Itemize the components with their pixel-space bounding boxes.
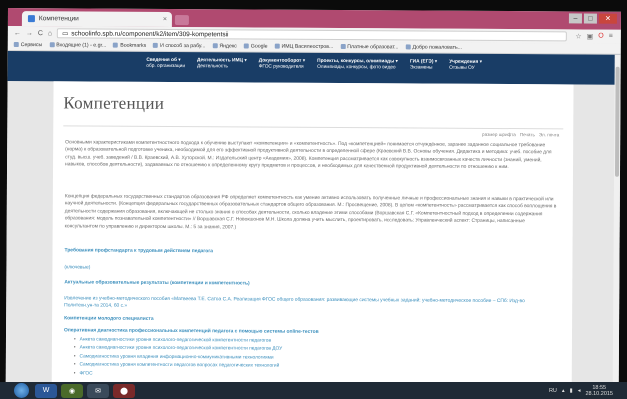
bookmark-star-icon[interactable]: ☆ bbox=[575, 32, 581, 40]
bookmark-item[interactable]: Яндекс bbox=[212, 43, 236, 49]
link-results[interactable]: Актуальные образовательные результаты (к… bbox=[64, 280, 249, 286]
page-scrollbar[interactable] bbox=[612, 54, 621, 386]
nav-item-documents[interactable]: Документооборот ▾ ФГОС руководителя bbox=[258, 58, 305, 83]
nav-item-projects[interactable]: Проекты, конкурсы, олимпиады ▾ Олимпиады,… bbox=[317, 59, 398, 83]
link-young-specialist[interactable]: Компетенции молодого специалиста bbox=[64, 316, 153, 322]
nav-label: Проекты, конкурсы, олимпиады bbox=[317, 58, 395, 65]
taskbar-chrome-icon[interactable]: ◉ bbox=[61, 383, 83, 398]
taskbar-clock[interactable]: 18:55 28.10.2015 bbox=[585, 385, 613, 397]
bookmark-item[interactable]: Google bbox=[244, 43, 268, 49]
nav-label: Учреждения bbox=[449, 59, 479, 65]
bookmark-item[interactable]: Сервисы bbox=[14, 42, 43, 48]
language-indicator[interactable]: RU bbox=[549, 388, 557, 394]
forward-button[interactable]: → bbox=[26, 30, 33, 37]
link-key[interactable]: (ключевые) bbox=[64, 265, 90, 270]
nav-sublabel: обр. организации bbox=[146, 63, 186, 70]
bookmark-item[interactable]: Входящие (1) - e.gr... bbox=[49, 42, 106, 48]
nav-item-exams[interactable]: ГИА (ЕГЭ) ▾ Экзамены bbox=[410, 59, 437, 83]
menu-icon[interactable]: ≡ bbox=[609, 33, 613, 41]
nav-sublabel: Отзывы ОУ bbox=[449, 65, 475, 71]
link-profstandard[interactable]: Требования профстандарта к трудовым дейс… bbox=[65, 248, 214, 254]
tab-title: Компетенции bbox=[38, 15, 79, 23]
tray-arrow-icon[interactable]: ▴ bbox=[562, 388, 565, 394]
email-link[interactable]: Эл. почта bbox=[539, 132, 559, 137]
site-favicon-icon bbox=[27, 15, 35, 23]
system-tray: RU ▴ ▮ ◂ 18:55 28.10.2015 bbox=[549, 385, 613, 397]
nav-label: Деятельность ИМЦ bbox=[197, 58, 244, 64]
nav-item-activity[interactable]: Деятельность ИМЦ ▾ Деятельность bbox=[197, 58, 247, 82]
back-button[interactable]: ← bbox=[14, 30, 21, 37]
address-bar[interactable]: ▭ schoolinfo.spb.ru/component/k2/item/30… bbox=[57, 28, 567, 42]
nav-label: Документооборот bbox=[258, 58, 302, 64]
article-tools: размер шрифта Печать Эл. почта bbox=[482, 132, 559, 137]
bookmark-item[interactable]: Добро пожаловать... bbox=[405, 44, 462, 50]
page-icon: ▭ bbox=[62, 30, 69, 38]
taskbar-opera-icon[interactable]: ⬤ bbox=[113, 383, 135, 398]
windows-taskbar: W ◉ ✉ ⬤ RU ▴ ▮ ◂ 18:55 28.10.2015 bbox=[0, 382, 627, 399]
bookmark-item[interactable]: Платные образоват... bbox=[340, 44, 398, 50]
extension-icon[interactable]: ▣ bbox=[587, 33, 594, 41]
reload-button[interactable]: C bbox=[38, 30, 43, 37]
close-window-button[interactable]: ✕ bbox=[598, 13, 617, 24]
maximize-button[interactable]: □ bbox=[583, 13, 597, 24]
diagnostics-list: Анкета самодиагностики уровня психолого-… bbox=[74, 336, 283, 379]
font-size-tool[interactable]: размер шрифта bbox=[482, 132, 516, 137]
site-navigation: Сведения об ▾ обр. организации Деятельнос… bbox=[7, 50, 621, 85]
article-content: Компетенции размер шрифта Печать Эл. поч… bbox=[51, 81, 574, 386]
nav-label: ГИА (ЕГЭ) bbox=[409, 59, 434, 65]
bookmark-item[interactable]: И способ за рабу... bbox=[153, 43, 205, 49]
toolbar-icons: ☆ ▣ O ≡ bbox=[575, 32, 621, 41]
nav-item-institutions[interactable]: Учреждения ▾ Отзывы ОУ bbox=[449, 60, 482, 84]
start-button[interactable] bbox=[14, 383, 29, 398]
tab-close-icon[interactable]: × bbox=[163, 16, 167, 23]
nav-sublabel: Олимпиады, конкурсы, фото видео bbox=[317, 64, 396, 71]
browser-tab[interactable]: Компетенции × bbox=[21, 11, 172, 28]
print-link[interactable]: Печать bbox=[520, 132, 535, 137]
list-item[interactable]: ФГОС bbox=[74, 370, 282, 380]
page-title: Компетенции bbox=[63, 93, 165, 113]
list-item[interactable]: Самодиагностика уровня компетентности пе… bbox=[74, 362, 282, 372]
monitor-screen: Компетенции × – □ ✕ ← → C ⌂ ▭ schoolinfo… bbox=[5, 8, 621, 386]
paragraph-2: Концепция федеральных государственных ст… bbox=[64, 194, 557, 231]
taskbar-mail-icon[interactable]: ✉ bbox=[87, 383, 109, 398]
network-icon[interactable]: ▮ bbox=[570, 388, 573, 394]
taskbar-word-icon[interactable]: W bbox=[35, 383, 57, 398]
clock-date: 28.10.2015 bbox=[585, 390, 613, 397]
url-text: schoolinfo.spb.ru/component/k2/item/309-… bbox=[71, 29, 229, 38]
scrollbar-thumb[interactable] bbox=[614, 66, 620, 177]
bookmark-item[interactable]: ИМЦ Василеостров... bbox=[275, 44, 334, 50]
nav-sublabel: ФГОС руководителя bbox=[258, 64, 304, 70]
title-divider bbox=[63, 125, 564, 130]
volume-icon[interactable]: ◂ bbox=[578, 388, 581, 394]
nav-sublabel: Экзамены bbox=[409, 65, 433, 71]
opera-icon[interactable]: O bbox=[598, 33, 603, 41]
nav-item-about[interactable]: Сведения об ▾ обр. организации bbox=[146, 58, 185, 82]
web-page: Сведения об ▾ обр. организации Деятельнос… bbox=[5, 50, 621, 386]
window-controls: – □ ✕ bbox=[568, 13, 617, 24]
nav-sublabel: Деятельность bbox=[196, 64, 228, 70]
bookmark-item[interactable]: Bookmarks bbox=[113, 43, 146, 49]
link-manual-excerpt[interactable]: Извлечение из учебно-методического пособ… bbox=[64, 295, 532, 312]
minimize-button[interactable]: – bbox=[568, 13, 582, 24]
new-tab-button[interactable] bbox=[174, 15, 189, 26]
link-online-tests[interactable]: Оперативная диагностика профессиональных… bbox=[64, 328, 319, 335]
nav-label: Сведения об bbox=[146, 57, 177, 64]
home-button[interactable]: ⌂ bbox=[48, 30, 52, 37]
paragraph-1: Основными характеристиками компетентност… bbox=[65, 140, 552, 171]
